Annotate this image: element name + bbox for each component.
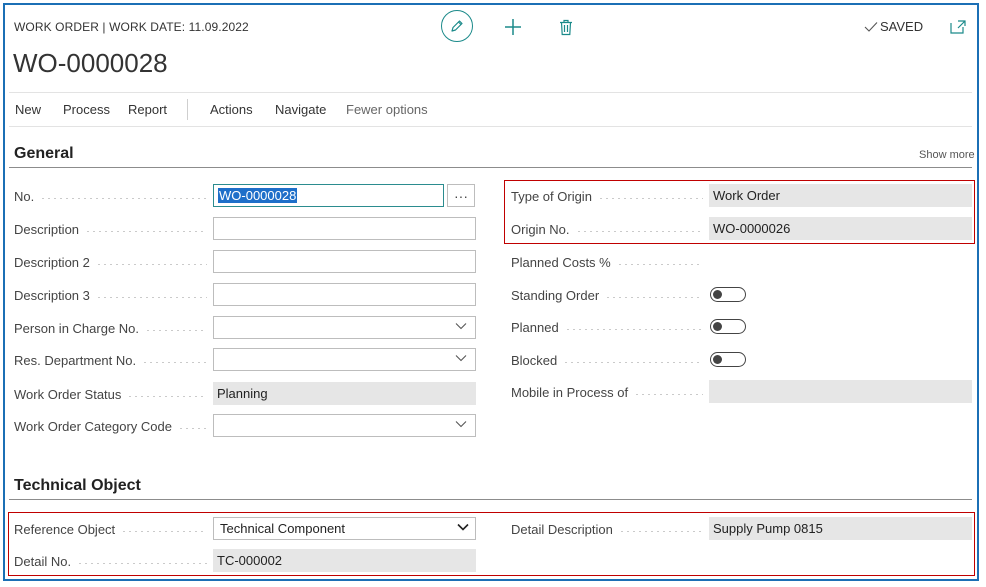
- reference-object-label: Reference Object: [14, 518, 213, 541]
- reference-object-value: Technical Component: [220, 521, 346, 536]
- description2-input[interactable]: [213, 250, 476, 273]
- detail-description-value: Supply Pump 0815: [709, 517, 972, 540]
- chevron-down-icon: [455, 323, 467, 330]
- work-order-category-select[interactable]: [213, 414, 476, 437]
- menu-separator: [187, 99, 188, 120]
- no-input[interactable]: WO-0000028: [213, 184, 444, 207]
- detail-no-value: TC-000002: [213, 549, 476, 572]
- chevron-down-icon: [457, 523, 469, 531]
- standing-order-label: Standing Order: [511, 284, 709, 307]
- planned-toggle[interactable]: [710, 319, 746, 334]
- description2-label: Description 2: [14, 251, 213, 274]
- pop-out-icon: [950, 20, 966, 34]
- standing-order-toggle[interactable]: [710, 287, 746, 302]
- person-in-charge-select[interactable]: [213, 316, 476, 339]
- origin-no-label: Origin No.: [511, 218, 709, 241]
- plus-icon: [505, 19, 521, 35]
- detail-no-label: Detail No.: [14, 550, 213, 573]
- page-caption: WORK ORDER | WORK DATE: 11.09.2022: [14, 20, 249, 34]
- res-department-select[interactable]: [213, 348, 476, 371]
- description3-input[interactable]: [213, 283, 476, 306]
- description-label: Description: [14, 218, 213, 241]
- menu-fewer-options[interactable]: Fewer options: [346, 102, 428, 117]
- origin-no-value: WO-0000026: [709, 217, 972, 240]
- mobile-in-process-label: Mobile in Process of: [511, 381, 709, 404]
- saved-status: SAVED: [864, 19, 923, 34]
- saved-label: SAVED: [880, 19, 924, 34]
- blocked-label: Blocked: [511, 349, 709, 372]
- general-divider: [9, 167, 972, 168]
- menu-report[interactable]: Report: [128, 102, 167, 117]
- detail-description-label: Detail Description: [511, 518, 709, 541]
- work-order-category-label: Work Order Category Code: [14, 415, 213, 438]
- description3-label: Description 3: [14, 284, 213, 307]
- technical-divider: [9, 499, 972, 500]
- work-order-status-label: Work Order Status: [14, 383, 213, 406]
- planned-costs-label: Planned Costs %: [511, 251, 709, 274]
- new-button[interactable]: [502, 16, 524, 38]
- menu-divider: [9, 126, 972, 127]
- planned-label: Planned: [511, 316, 709, 339]
- blocked-toggle[interactable]: [710, 352, 746, 367]
- type-of-origin-value: Work Order: [709, 184, 972, 207]
- menu-actions[interactable]: Actions: [210, 102, 253, 117]
- description-input[interactable]: [213, 217, 476, 240]
- pencil-icon: [451, 20, 463, 32]
- checkmark-icon: [864, 21, 878, 32]
- type-of-origin-label: Type of Origin: [511, 185, 709, 208]
- section-title-general: General: [14, 145, 74, 162]
- work-order-status-value: Planning: [213, 382, 476, 405]
- person-in-charge-label: Person in Charge No.: [14, 317, 213, 340]
- edit-button[interactable]: [441, 10, 473, 42]
- header-divider: [9, 92, 972, 93]
- page-title: WO-0000028: [13, 48, 168, 78]
- menu-navigate[interactable]: Navigate: [275, 102, 326, 117]
- section-title-technical-object: Technical Object: [14, 477, 141, 494]
- reference-object-select[interactable]: Technical Component: [213, 517, 476, 540]
- open-new-window-button[interactable]: [947, 16, 969, 38]
- chevron-down-icon: [455, 355, 467, 362]
- menu-process[interactable]: Process: [63, 102, 110, 117]
- no-value: WO-0000028: [218, 188, 298, 203]
- mobile-in-process-value: [709, 380, 972, 403]
- menu-new[interactable]: New: [15, 102, 41, 117]
- trash-icon: [560, 19, 572, 35]
- show-more-link[interactable]: Show more: [919, 149, 975, 161]
- delete-button[interactable]: [555, 16, 577, 38]
- no-label: No.: [14, 185, 213, 208]
- chevron-down-icon: [455, 421, 467, 428]
- no-assist-button[interactable]: ···: [447, 184, 475, 207]
- res-department-label: Res. Department No.: [14, 349, 213, 372]
